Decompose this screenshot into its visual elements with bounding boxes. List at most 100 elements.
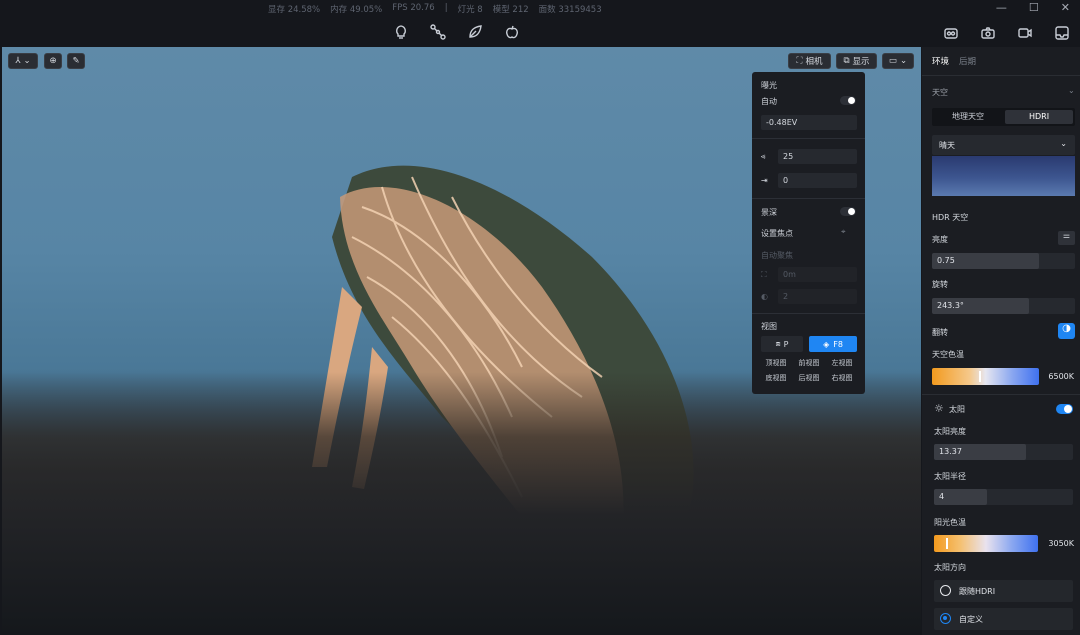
- focus-target-icon[interactable]: ⌖: [841, 227, 846, 237]
- sunlight-temp-value: 3050K: [1048, 539, 1074, 548]
- custom-option[interactable]: 自定义: [934, 608, 1073, 630]
- apple-material-icon[interactable]: [503, 23, 520, 40]
- sunlight-temp-slider[interactable]: [934, 535, 1038, 552]
- chevron-down-icon: ⌄: [899, 56, 908, 66]
- chevron-down-icon: ⌄: [23, 56, 31, 66]
- chevron-down-icon: ⌄: [1060, 139, 1067, 148]
- rotation-slider[interactable]: 243.3°: [932, 298, 1075, 314]
- globe-icon: ⊕: [49, 56, 57, 66]
- video-icon[interactable]: [1016, 24, 1033, 41]
- tab-environment[interactable]: 环境: [932, 55, 949, 67]
- bottom-view-button[interactable]: 底视图: [761, 373, 791, 384]
- sky-temp-slider[interactable]: [932, 368, 1039, 385]
- render-icon[interactable]: [942, 24, 959, 41]
- aperture-icon: ◐: [761, 292, 768, 301]
- sun-radius-slider[interactable]: 4: [934, 489, 1073, 505]
- sun-brightness-slider[interactable]: 13.37: [934, 444, 1073, 460]
- grass-foreground: [2, 372, 921, 632]
- sun-icon: ☼: [934, 402, 944, 415]
- follow-hdri-option[interactable]: 跟随HDRI: [934, 580, 1073, 602]
- radio-off[interactable]: [940, 585, 951, 596]
- path-nodes-icon[interactable]: [429, 23, 446, 40]
- camera-settings-panel: 曝光 自动 -0.48EV ⪡ 25 ⇥ 0 景深 设置焦点 ⌖ 自动聚焦 ⛶ …: [752, 72, 865, 394]
- shift-field[interactable]: 0: [778, 173, 857, 188]
- auto-exposure-toggle[interactable]: [840, 96, 856, 105]
- brush-icon: ✎: [72, 56, 80, 66]
- leaf-icon[interactable]: [466, 23, 483, 40]
- geo-sky-option[interactable]: 地理天空: [934, 110, 1002, 124]
- sun-brightness-label: 太阳亮度: [934, 427, 966, 436]
- maximize-button[interactable]: ☐: [1029, 1, 1039, 14]
- aperture-field: 2: [778, 289, 857, 304]
- gizmo-icon: ⅄: [15, 56, 21, 66]
- camera-menu-button[interactable]: ⛶ 相机: [788, 53, 831, 69]
- brightness-label: 亮度: [932, 235, 948, 244]
- layers-icon: ⧉: [843, 56, 850, 66]
- camera-icon[interactable]: [979, 24, 996, 41]
- sky-preset-select[interactable]: 晴天 ⌄: [932, 135, 1075, 155]
- focus-distance-field: 0m: [778, 267, 857, 282]
- slider-knob[interactable]: [946, 538, 948, 549]
- shift-icon: ⇥: [761, 176, 768, 185]
- right-view-button[interactable]: 右视图: [827, 373, 857, 384]
- tab-post-processing[interactable]: 后期: [959, 55, 976, 67]
- set-focus-label: 设置焦点: [761, 229, 793, 238]
- transform-gizmo-button[interactable]: ⅄ ⌄: [8, 53, 38, 69]
- sky-temp-label: 天空色温: [932, 350, 964, 359]
- back-view-button[interactable]: 后视图: [794, 373, 824, 384]
- front-view-button[interactable]: 前视图: [794, 358, 824, 369]
- flip-toggle-icon[interactable]: ◑: [1058, 323, 1075, 339]
- sky-temp-value: 6500K: [1048, 372, 1074, 381]
- sun-direction-label: 太阳方向: [934, 563, 966, 572]
- stat-divider: |: [444, 3, 448, 13]
- radio-on[interactable]: [940, 613, 951, 624]
- focus-distance-icon: ⛶: [761, 270, 767, 279]
- close-button[interactable]: ✕: [1061, 1, 1070, 14]
- minimize-button[interactable]: —: [996, 1, 1007, 14]
- sun-toggle[interactable]: [1056, 404, 1073, 414]
- autofocus-label: 自动聚焦: [761, 251, 793, 260]
- divider: [752, 313, 865, 314]
- lights-stat: 灯光 8: [457, 5, 483, 15]
- rotation-label: 旋转: [932, 280, 948, 289]
- slider-knob[interactable]: [979, 371, 981, 382]
- dof-toggle[interactable]: [840, 207, 856, 216]
- ev-field[interactable]: -0.48EV: [761, 115, 857, 130]
- flip-label: 翻转: [932, 328, 948, 337]
- chevron-down-icon[interactable]: ⌄: [1068, 86, 1075, 95]
- memory-stat: 内存 49.05%: [330, 5, 383, 15]
- render-stats: 显存 24.58% 内存 49.05% FPS 20.76 | 灯光 8 模型 …: [268, 3, 602, 15]
- main-toolbar: [0, 18, 1080, 46]
- focus-frame-icon: ⛶: [796, 56, 803, 66]
- view-title: 视图: [761, 322, 777, 331]
- adjust-sliders-icon[interactable]: ⚌: [1058, 231, 1075, 245]
- divider: [922, 394, 1080, 395]
- title-bar: 显存 24.58% 内存 49.05% FPS 20.76 | 灯光 8 模型 …: [0, 0, 1080, 18]
- f8-view-button[interactable]: ◈ F8: [809, 336, 857, 352]
- globe-button[interactable]: ⊕: [44, 53, 62, 69]
- eye-icon: ◈: [823, 339, 830, 349]
- divider: [922, 75, 1080, 76]
- light-bulb-icon[interactable]: [392, 23, 409, 40]
- brush-button[interactable]: ✎: [67, 53, 85, 69]
- top-view-button[interactable]: 顶视图: [761, 358, 791, 369]
- exposure-title: 曝光: [761, 81, 777, 90]
- perspective-button[interactable]: ⧈ P: [761, 336, 803, 352]
- sun-radius-label: 太阳半径: [934, 472, 966, 481]
- fps-stat: FPS 20.76: [392, 3, 435, 13]
- sun-label: 太阳: [949, 405, 965, 414]
- brightness-slider[interactable]: 0.75: [932, 253, 1075, 269]
- preset-views: 顶视图 前视图 左视图 底视图 后视图 右视图: [761, 358, 857, 384]
- screen-mode-button[interactable]: ▭ ⌄: [882, 53, 914, 69]
- hdri-preview[interactable]: [932, 156, 1075, 196]
- fov-field[interactable]: 25: [778, 149, 857, 164]
- dof-label: 景深: [761, 208, 777, 217]
- screen-icon: ▭: [888, 56, 897, 66]
- display-menu-button[interactable]: ⧉ 显示: [836, 53, 877, 69]
- perspective-icon: ⧈: [775, 339, 781, 348]
- gallery-icon[interactable]: [1053, 24, 1070, 41]
- divider: [752, 198, 865, 199]
- faces-stat: 面数 33159453: [538, 5, 602, 15]
- left-view-button[interactable]: 左视图: [827, 358, 857, 369]
- hdri-option[interactable]: HDRI: [1005, 110, 1073, 124]
